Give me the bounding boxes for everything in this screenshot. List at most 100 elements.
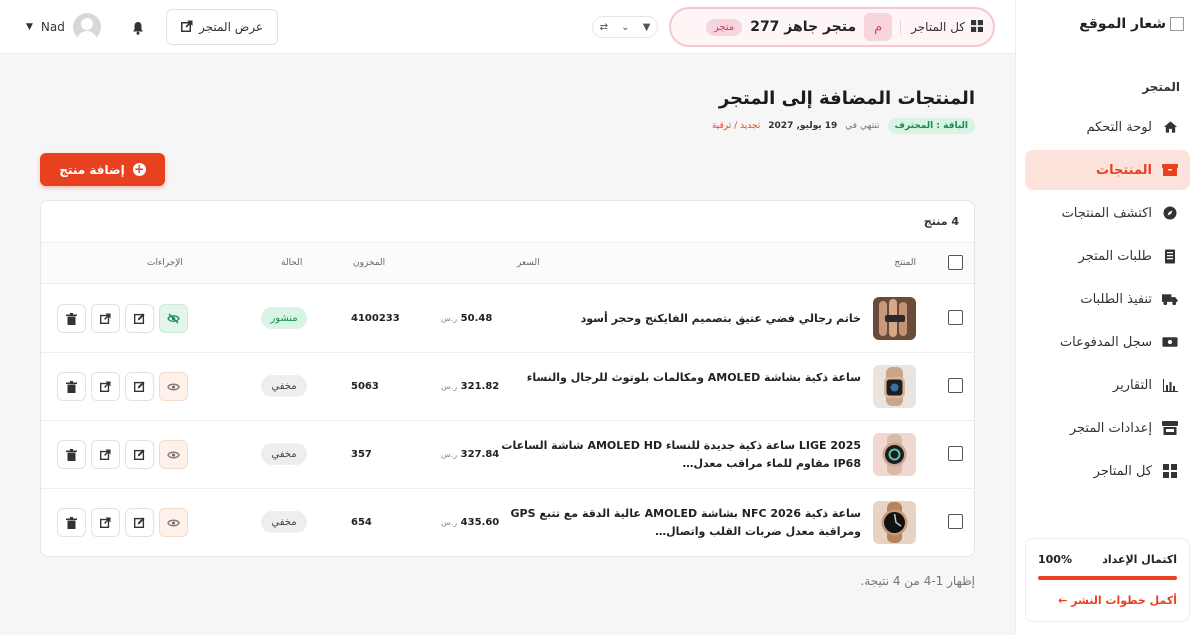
row-checkbox[interactable] <box>948 514 963 529</box>
setup-title: اكتمال الإعداد <box>1102 553 1177 566</box>
store-selector[interactable]: كل المتاجر م متجر جاهز 277 متجر <box>669 7 995 47</box>
sidebar-item-label: المنتجات <box>1096 162 1152 178</box>
edit-button[interactable] <box>125 440 154 469</box>
sidebar-item-reports[interactable]: التقارير <box>1025 365 1190 405</box>
complete-steps-link[interactable]: أكمل خطوات النشر ← <box>1038 594 1177 607</box>
sidebar-item-orders[interactable]: طلبات المتجر <box>1025 236 1190 276</box>
sidebar-item-discover[interactable]: اكتشف المنتجات <box>1025 193 1190 233</box>
sidebar-item-label: التقارير <box>1112 377 1152 393</box>
external-link-icon <box>100 517 111 528</box>
eye-icon <box>167 451 180 458</box>
caret-down-icon: ▼ <box>26 22 33 32</box>
sidebar-item-dashboard[interactable]: لوحة التحكم <box>1025 107 1190 147</box>
add-product-label: إضافة منتج <box>59 162 125 177</box>
sidebar-section-label: المتجر <box>1142 80 1180 94</box>
sidebar-item-label: سجل المدفوعات <box>1059 334 1152 350</box>
select-all-checkbox[interactable] <box>948 255 963 273</box>
product-name[interactable]: خاتم رجالي فضي عتيق بتصميم الفايكنج وحجر… <box>501 310 861 328</box>
user-menu[interactable]: ▼ Nad <box>26 13 101 41</box>
sidebar-item-label: لوحة التحكم <box>1086 119 1152 135</box>
receipt-icon <box>1162 248 1178 264</box>
store-avatar: م <box>864 13 893 41</box>
sidebar-item-label: اكتشف المنتجات <box>1061 205 1152 221</box>
edit-button[interactable] <box>125 372 154 401</box>
status-badge: منشور <box>261 307 307 329</box>
sidebar-item-products[interactable]: المنتجات <box>1025 150 1190 190</box>
delete-button[interactable] <box>57 304 86 333</box>
avatar <box>72 13 101 41</box>
product-thumbnail[interactable] <box>873 433 916 476</box>
open-link-button[interactable] <box>91 304 120 333</box>
trash-icon <box>66 448 77 461</box>
row-checkbox[interactable] <box>948 378 963 393</box>
caret-down-icon: ▼ <box>642 21 651 33</box>
product-price: 50.48 ر.س <box>441 313 493 324</box>
delete-button[interactable] <box>57 372 86 401</box>
open-link-button[interactable] <box>91 508 120 537</box>
store-type-badge: متجر <box>705 18 743 36</box>
row-checkbox[interactable] <box>948 310 963 325</box>
product-thumbnail[interactable] <box>873 297 916 340</box>
site-logo[interactable]: شعار الموقع <box>1079 16 1184 32</box>
store-switcher[interactable]: ▼ ⌄ ⇄ <box>592 16 658 38</box>
toggle-visibility-button[interactable] <box>159 508 188 537</box>
product-stock: 654 <box>351 517 372 528</box>
sidebar-item-store-settings[interactable]: إعدادات المتجر <box>1025 408 1190 448</box>
view-store-button[interactable]: عرض المتجر <box>166 9 278 45</box>
toggle-visibility-button[interactable] <box>159 372 188 401</box>
page-title: المنتجات المضافة إلى المتجر <box>718 88 975 109</box>
status-badge: مخفي <box>261 375 307 397</box>
sidebar-item-label: طلبات المتجر <box>1078 248 1152 264</box>
product-name[interactable]: ساعة ذكية بشاشة AMOLED ومكالمات بلوتوث ل… <box>501 369 861 387</box>
open-link-button[interactable] <box>91 440 120 469</box>
setup-percent: 100% <box>1038 553 1072 566</box>
header-stock: المخزون <box>353 258 386 268</box>
chart-icon <box>1162 377 1178 393</box>
product-thumbnail[interactable] <box>873 501 916 544</box>
delete-button[interactable] <box>57 440 86 469</box>
sidebar-item-fulfillment[interactable]: تنفيذ الطلبات <box>1025 279 1190 319</box>
swap-icon: ⇄ <box>599 21 608 33</box>
grid-icon <box>1162 463 1178 479</box>
all-stores-button[interactable]: كل المتاجر <box>900 19 983 35</box>
product-stock: 357 <box>351 449 372 460</box>
open-link-button[interactable] <box>91 372 120 401</box>
toggle-visibility-button[interactable] <box>159 440 188 469</box>
eye-icon <box>167 383 180 390</box>
product-thumbnail[interactable] <box>873 365 916 408</box>
compass-icon <box>1162 205 1178 221</box>
external-link-icon <box>100 381 111 392</box>
edit-button[interactable] <box>125 304 154 333</box>
sidebar-item-payments[interactable]: سجل المدفوعات <box>1025 322 1190 362</box>
edit-icon <box>134 381 145 392</box>
product-name[interactable]: ساعة ذكية NFC 2026 بشاشة AMOLED عالية ال… <box>501 505 861 541</box>
all-stores-label: كل المتاجر <box>911 20 965 34</box>
renew-upgrade-link[interactable]: تجديد / ترقية <box>712 121 760 131</box>
money-icon <box>1162 334 1178 350</box>
topbar: كل المتاجر م متجر جاهز 277 متجر ▼ ⌄ ⇄ عر… <box>0 0 1015 54</box>
product-name[interactable]: LIGE 2025 ساعة ذكية جديدة للنساء AMOLED … <box>501 437 861 473</box>
bell-icon[interactable] <box>132 20 144 39</box>
home-icon <box>1162 119 1178 135</box>
edit-icon <box>134 517 145 528</box>
edit-button[interactable] <box>125 508 154 537</box>
status-badge: مخفي <box>261 443 307 465</box>
toggle-visibility-button[interactable] <box>159 304 188 333</box>
product-price: 321.82 ر.س <box>441 381 500 392</box>
plan-badge: الباقة : المحترف <box>887 118 975 134</box>
status-badge: مخفي <box>261 511 307 533</box>
add-product-button[interactable]: + إضافة منتج <box>40 153 165 186</box>
row-actions <box>57 304 188 333</box>
logo-image-icon <box>1170 17 1184 31</box>
trash-icon <box>66 312 77 325</box>
product-price: 327.84 ر.س <box>441 449 500 460</box>
expires-prefix: تنتهي في <box>845 121 880 131</box>
trash-icon <box>66 380 77 393</box>
sidebar-item-all-stores[interactable]: كل المتاجر <box>1025 451 1190 491</box>
store-icon <box>1162 420 1178 436</box>
row-checkbox[interactable] <box>948 446 963 461</box>
delete-button[interactable] <box>57 508 86 537</box>
external-link-icon <box>100 313 111 324</box>
external-link-icon <box>100 449 111 460</box>
plus-circle-icon: + <box>132 162 146 176</box>
